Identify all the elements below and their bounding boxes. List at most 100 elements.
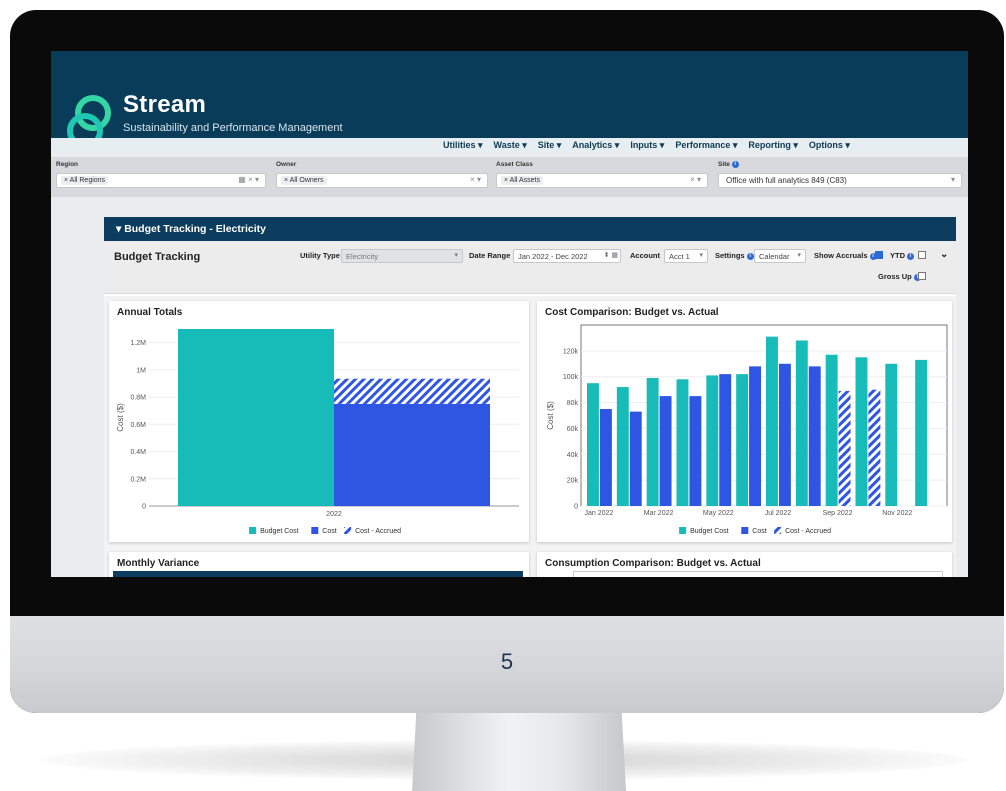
consumption-chart-frame — [573, 571, 943, 577]
expand-chevron-icon[interactable]: ⌄ — [940, 249, 948, 260]
y-tick-label: 100k — [563, 374, 579, 381]
x-tick-label: Jul 2022 — [765, 510, 792, 517]
y-tick-label: 0 — [142, 504, 146, 511]
show-accruals-label: Show Accruals — [814, 251, 868, 260]
region-clear-icon[interactable]: ▦ × ▾ — [238, 175, 259, 184]
bar-cost-accrued — [838, 390, 851, 506]
legend-swatch — [311, 527, 319, 534]
asset-class-clear-icon[interactable]: × ▾ — [690, 175, 701, 184]
nav-waste[interactable]: Waste ▾ — [494, 140, 527, 151]
legend-label: Cost — [322, 528, 336, 535]
bar-budget-cost — [736, 374, 749, 506]
section-header[interactable]: ▾ Budget Tracking - Electricity — [104, 217, 956, 241]
page-number: 5 — [500, 649, 514, 674]
ytd-info-icon[interactable]: i — [907, 252, 915, 260]
utility-type-label: Utility Type — [300, 251, 340, 260]
account-select[interactable]: Acct 1 ▾ — [664, 249, 708, 263]
bar-cost — [719, 374, 732, 506]
settings-label: Settings — [715, 251, 745, 260]
account-label: Account — [630, 251, 660, 260]
nav-utilities[interactable]: Utilities ▾ — [443, 140, 483, 151]
bar-cost — [808, 366, 821, 506]
gross-up-label-wrap: Gross Up i — [878, 272, 921, 281]
settings-label-wrap: Settings i — [715, 251, 754, 260]
app-name: Stream — [123, 91, 207, 118]
owner-filter[interactable]: × All Owners × ▾ — [276, 173, 488, 188]
bar-budget-cost — [587, 383, 599, 506]
show-accruals-checkbox[interactable] — [875, 251, 883, 259]
nav-analytics[interactable]: Analytics ▾ — [572, 140, 619, 151]
monthly-variance-title: Monthly Variance — [117, 558, 200, 569]
ytd-checkbox[interactable] — [918, 251, 926, 259]
gross-up-label: Gross Up — [878, 272, 912, 281]
monthly-variance-card: Monthly Variance — [109, 552, 529, 577]
consumption-comparison-card: Consumption Comparison: Budget vs. Actua… — [537, 552, 952, 577]
nav-performance[interactable]: Performance ▾ — [675, 140, 737, 151]
cost-comparison-card: Cost Comparison: Budget vs. Actual 0 20k 4… — [537, 301, 952, 542]
annual-totals-chart: 0 0.2M 0.4M 0.6M 0.8M 1M 1.2M Cost ($) 2022 Budge… — [116, 329, 519, 535]
calendar-icon[interactable]: ⬍ ▦ — [604, 251, 618, 259]
bar-cost-accrued — [334, 378, 490, 404]
monitor: Stream Sustainability and Performance Ma… — [10, 10, 1004, 713]
legend-label: Cost — [752, 528, 766, 535]
settings-info-icon[interactable]: i — [746, 252, 754, 260]
bar-budget-cost — [616, 387, 629, 506]
y-tick-label: 1M — [136, 367, 146, 374]
y-tick-label: 80k — [567, 400, 579, 407]
y-tick-label: 0.2M — [130, 476, 146, 483]
main-nav: Utilities ▾ Waste ▾ Site ▾ Analytics ▾ I… — [443, 138, 850, 153]
y-tick-label: 0.6M — [130, 422, 146, 429]
bar-cost — [629, 411, 642, 506]
nav-inputs[interactable]: Inputs ▾ — [630, 140, 664, 151]
y-tick-label: 60k — [567, 426, 579, 433]
y-tick-label: 0.4M — [130, 449, 146, 456]
bar-budget-cost — [766, 336, 778, 506]
site-value: Office with full analytics 849 (C83) — [726, 176, 847, 185]
bar-budget-cost — [795, 340, 808, 506]
owner-chip[interactable]: × All Owners — [281, 176, 327, 185]
y-tick-label: 0 — [574, 504, 578, 511]
bar-budget-cost — [915, 359, 928, 506]
filter-bar: Region × All Regions ▦ × ▾ Owner × All O… — [51, 157, 968, 197]
bar-cost — [334, 403, 490, 506]
gross-up-checkbox[interactable] — [918, 272, 926, 280]
legend-swatch — [679, 527, 687, 534]
date-range-input[interactable]: Jan 2022 - Dec 2022 ⬍ ▦ — [513, 249, 621, 263]
settings-select[interactable]: Calendar ▾ — [754, 249, 806, 263]
settings-value: Calendar — [759, 252, 790, 261]
legend-swatch — [344, 527, 352, 534]
x-tick-label: May 2022 — [703, 510, 734, 517]
nav-options[interactable]: Options ▾ — [809, 140, 850, 151]
bar-budget-cost — [646, 378, 659, 506]
y-tick-label: 0.8M — [130, 395, 146, 402]
asset-class-chip[interactable]: × All Assets — [501, 176, 543, 185]
owner-label: Owner — [276, 161, 297, 168]
bar-budget-cost — [885, 363, 898, 506]
nav-reporting[interactable]: Reporting ▾ — [748, 140, 798, 151]
bar-budget-cost — [855, 357, 868, 506]
annual-totals-card: Annual Totals 0 0.2M 0.4M 0.6M 0.8M 1M 1.2M Cos… — [109, 301, 529, 542]
asset-class-label: Asset Class — [496, 161, 533, 168]
y-tick-label: 20k — [567, 478, 579, 485]
account-value: Acct 1 — [669, 252, 690, 261]
region-chip[interactable]: × All Regions — [61, 176, 109, 185]
asset-class-filter[interactable]: × All Assets × ▾ — [496, 173, 708, 188]
region-label: Region — [56, 161, 79, 168]
chevron-down-icon: ▾ — [699, 252, 703, 259]
site-chevron-icon[interactable]: ▾ — [951, 175, 955, 184]
section-title: ▾ Budget Tracking - Electricity — [116, 223, 266, 235]
x-tick-label: Nov 2022 — [882, 510, 912, 517]
region-filter[interactable]: × All Regions ▦ × ▾ — [56, 173, 266, 188]
chevron-down-icon: ▾ — [797, 252, 801, 259]
site-info-icon[interactable]: i — [731, 161, 739, 168]
x-tick-label: 2022 — [326, 511, 342, 518]
utility-type-select[interactable]: Electricity ▾ — [341, 249, 463, 263]
legend-label: Budget Cost — [690, 528, 729, 535]
monitor-stand — [412, 712, 626, 791]
legend-label: Cost - Accrued — [355, 528, 401, 535]
owner-clear-icon[interactable]: × ▾ — [470, 175, 481, 184]
app-header: Stream Sustainability and Performance Ma… — [51, 51, 968, 153]
consumption-comparison-title: Consumption Comparison: Budget vs. Actua… — [545, 558, 761, 569]
site-select[interactable]: Office with full analytics 849 (C83) ▾ — [718, 173, 962, 188]
nav-site[interactable]: Site ▾ — [538, 140, 562, 151]
